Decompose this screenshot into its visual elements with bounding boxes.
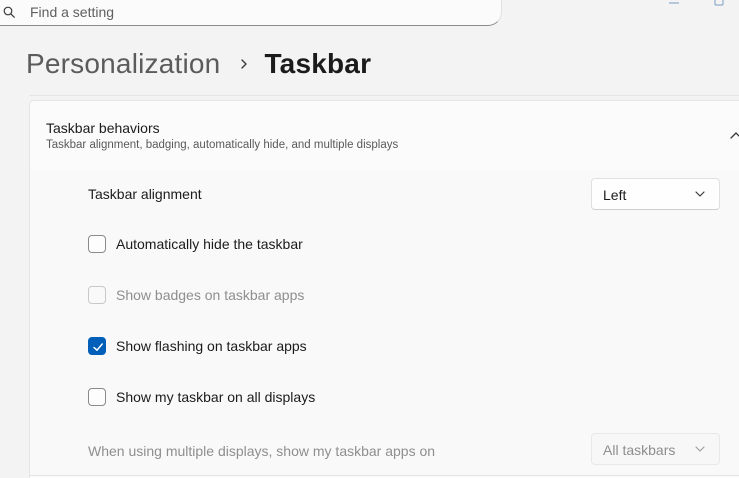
search-icon (3, 6, 15, 18)
breadcrumb: Personalization Taskbar (26, 44, 371, 84)
auto-hide-row: Automatically hide the taskbar (30, 220, 739, 272)
taskbar-alignment-row: Taskbar alignment Left (30, 169, 739, 221)
breadcrumb-personalization[interactable]: Personalization (26, 48, 220, 80)
multi-display-apps-row: When using multiple displays, show my ta… (30, 424, 739, 476)
chevron-right-icon (241, 59, 248, 69)
multi-display-apps-dropdown[interactable]: All taskbars (591, 433, 720, 465)
chevron-up-icon[interactable] (730, 131, 739, 139)
dropdown-value: All taskbars (603, 442, 676, 458)
all-displays-checkbox[interactable] (88, 388, 106, 406)
chevron-down-icon (695, 191, 705, 197)
all-displays-label[interactable]: Show my taskbar on all displays (116, 389, 315, 405)
taskbar-alignment-label: Taskbar alignment (88, 186, 202, 202)
badges-checkbox[interactable] (88, 286, 106, 304)
taskbar-behaviors-header[interactable]: Taskbar behaviors Taskbar alignment, bad… (30, 101, 739, 170)
flashing-label[interactable]: Show flashing on taskbar apps (116, 338, 307, 354)
chevron-down-icon (695, 446, 705, 452)
multi-display-apps-label: When using multiple displays, show my ta… (88, 443, 436, 459)
maximize-icon[interactable] (714, 0, 724, 6)
dropdown-value: Left (603, 187, 627, 203)
search-box[interactable] (0, 0, 502, 26)
all-displays-row: Show my taskbar on all displays (30, 373, 739, 425)
settings-window: Personalization Taskbar Taskbar behavior… (0, 0, 739, 478)
flashing-row: Show flashing on taskbar apps (30, 322, 739, 374)
minimize-icon[interactable] (669, 0, 679, 6)
flashing-checkbox[interactable] (88, 337, 106, 355)
section-subtitle: Taskbar alignment, badging, automaticall… (46, 139, 399, 151)
taskbar-behaviors-card: Taskbar behaviors Taskbar alignment, bad… (29, 100, 739, 478)
auto-hide-label[interactable]: Automatically hide the taskbar (116, 236, 303, 252)
section-title: Taskbar behaviors (46, 120, 160, 136)
search-input[interactable] (30, 4, 430, 20)
auto-hide-checkbox[interactable] (88, 235, 106, 253)
divider (29, 95, 739, 96)
taskbar-alignment-dropdown[interactable]: Left (591, 178, 720, 210)
badges-row: Show badges on taskbar apps (30, 271, 739, 323)
badges-label[interactable]: Show badges on taskbar apps (116, 287, 304, 303)
checkmark-icon (93, 343, 103, 351)
page-title: Taskbar (264, 48, 372, 79)
